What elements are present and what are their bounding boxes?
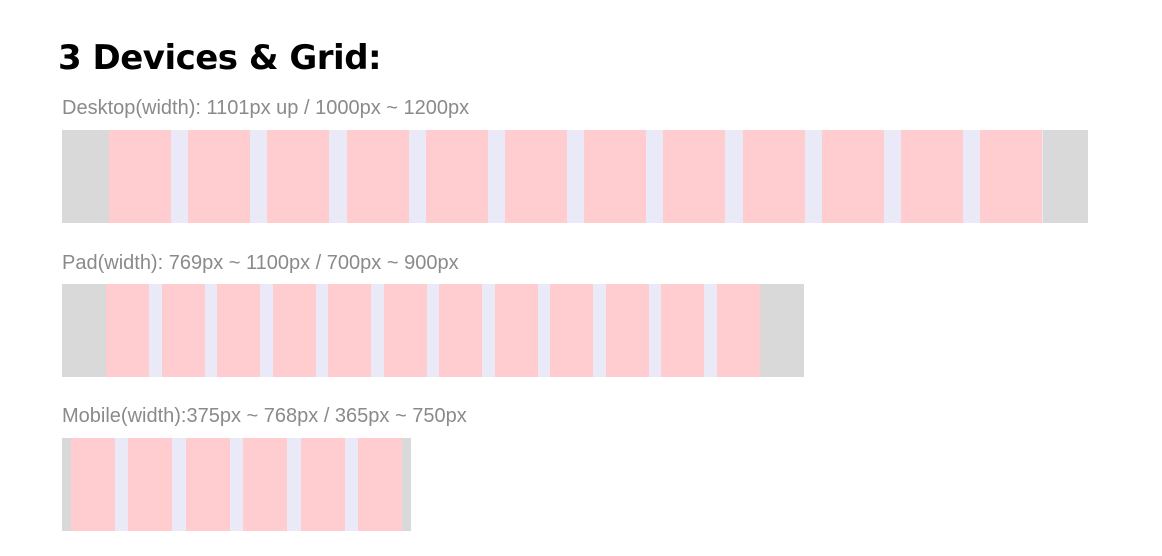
desktop-column xyxy=(426,130,488,223)
desktop-column xyxy=(267,130,329,223)
mobile-grid-area xyxy=(71,438,402,531)
desktop-column xyxy=(901,130,963,223)
desktop-column xyxy=(822,130,884,223)
desktop-column xyxy=(584,130,646,223)
pad-column xyxy=(439,284,482,377)
mobile-column xyxy=(358,438,402,531)
pad-column xyxy=(606,284,649,377)
desktop-column xyxy=(980,130,1042,223)
pad-column xyxy=(717,284,760,377)
desktop-label: Desktop(width): 1101px up / 1000px ~ 120… xyxy=(62,97,470,119)
mobile-label: Mobile(width):375px ~ 768px / 365px ~ 75… xyxy=(62,405,467,427)
mobile-grid-bar xyxy=(62,438,411,531)
pad-grid-bar xyxy=(62,284,804,377)
pad-column xyxy=(384,284,427,377)
desktop-column xyxy=(505,130,567,223)
pad-column xyxy=(162,284,205,377)
pad-column xyxy=(550,284,593,377)
desktop-column xyxy=(347,130,409,223)
mobile-column xyxy=(301,438,345,531)
pad-column xyxy=(328,284,371,377)
desktop-column xyxy=(188,130,250,223)
desktop-grid-bar xyxy=(62,130,1088,223)
mobile-column xyxy=(71,438,115,531)
pad-column xyxy=(273,284,316,377)
mobile-column xyxy=(243,438,287,531)
desktop-column xyxy=(663,130,725,223)
mobile-column xyxy=(128,438,172,531)
desktop-column xyxy=(743,130,805,223)
pad-column xyxy=(495,284,538,377)
mobile-column xyxy=(186,438,230,531)
desktop-column xyxy=(109,130,171,223)
pad-column xyxy=(661,284,704,377)
pad-column xyxy=(106,284,149,377)
pad-label: Pad(width): 769px ~ 1100px / 700px ~ 900… xyxy=(62,252,459,274)
pad-column xyxy=(217,284,260,377)
page-title: 3 Devices & Grid: xyxy=(58,38,382,78)
